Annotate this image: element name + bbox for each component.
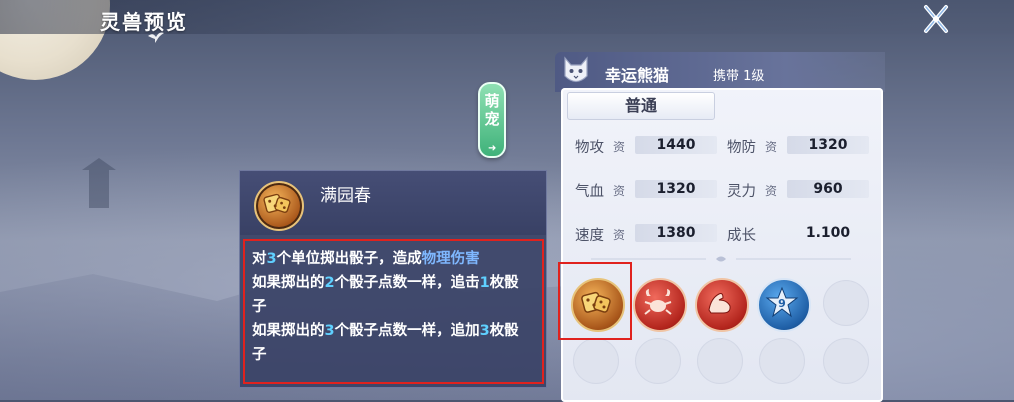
- close-icon: [924, 5, 948, 33]
- highlight-text: 物理伤害: [421, 251, 480, 267]
- empty-skill-slot: [759, 338, 805, 384]
- stat-row: 物防 资 1320: [727, 134, 877, 156]
- stat-label: 速度: [575, 228, 604, 244]
- crane-icon: [148, 32, 164, 43]
- tab-normal[interactable]: 普通: [567, 92, 715, 120]
- close-button[interactable]: [918, 4, 954, 34]
- stat-aptitude-tag: 资: [613, 140, 626, 154]
- skill-description-line: 如果掷出的3个骰子点数一样，追加3枚骰: [252, 319, 540, 343]
- empty-skill-slot: [697, 338, 743, 384]
- stat-value: 1320: [787, 136, 869, 154]
- stat-aptitude-tag: 资: [613, 228, 626, 242]
- stat-label: 物防: [727, 140, 756, 156]
- skill-description-highlight: 对3个单位掷出骰子，造成物理伤害 如果掷出的2个骰子点数一样，追击1枚骰子如果掷出…: [243, 239, 544, 384]
- stat-row: 物攻 资 1440: [575, 134, 725, 156]
- stat-value: 1440: [635, 136, 717, 154]
- cute-pet-tag-label: 萌宠: [484, 92, 500, 128]
- highlight-text: 2: [324, 275, 335, 291]
- skill-slot-muscle[interactable]: [695, 278, 749, 332]
- stat-row: 气血 资 1320: [575, 178, 725, 200]
- empty-skill-slot: [635, 338, 681, 384]
- cat-mask-icon: [564, 56, 588, 83]
- stat-aptitude-tag: 资: [765, 184, 778, 198]
- stat-value: 1380: [635, 224, 717, 242]
- description-text: 枚骰: [489, 323, 519, 339]
- description-text: 个骰子点数一样，追击: [334, 275, 480, 291]
- stat-label: 气血: [575, 184, 604, 200]
- muscle-skill-icon: [708, 293, 731, 314]
- description-text: 个骰子点数一样，追加: [334, 323, 480, 339]
- stat-label: 物攻: [575, 140, 604, 156]
- description-text: 对: [252, 251, 267, 267]
- description-text: 个单位掷出骰子，造成: [276, 251, 422, 267]
- stat-aptitude-tag: 资: [765, 140, 778, 154]
- skill-description-line: 对3个单位掷出骰子，造成物理伤害: [252, 247, 540, 271]
- pet-header: 幸运熊猫 携带 1级: [555, 52, 885, 92]
- stat-value: 1.100: [805, 225, 851, 241]
- pet-name: 幸运熊猫: [605, 66, 670, 85]
- description-text: 如果掷出的: [252, 275, 325, 291]
- arrow-right-icon: ➜: [488, 143, 497, 154]
- empty-skill-slot: [823, 280, 869, 326]
- skill-description: 对3个单位掷出骰子，造成物理伤害 如果掷出的2个骰子点数一样，追击1枚骰子如果掷出…: [252, 247, 540, 367]
- description-text: 子: [252, 347, 267, 363]
- cute-pet-tag[interactable]: 萌宠 ➜: [478, 82, 506, 158]
- stat-value: 960: [787, 180, 869, 198]
- empty-skill-slot: [823, 338, 869, 384]
- skill-description-line: 子: [252, 343, 540, 367]
- stat-row: 速度 资 1380: [575, 222, 725, 244]
- crab-skill-icon: [644, 289, 672, 315]
- skill-description-line: 子: [252, 295, 540, 319]
- stat-row: 成长 1.100: [727, 222, 877, 244]
- highlight-text: 3: [479, 323, 490, 339]
- description-text: 子: [252, 299, 267, 315]
- skill-description-line: 如果掷出的2个骰子点数一样，追击1枚骰: [252, 271, 540, 295]
- page-title: 灵兽预览: [100, 10, 188, 34]
- dice-skill-icon: [254, 181, 304, 231]
- empty-skill-slot: [573, 338, 619, 384]
- svg-text:9: 9: [778, 297, 786, 310]
- skill-slot-crab[interactable]: [633, 278, 687, 332]
- stat-aptitude-tag: 资: [613, 184, 626, 198]
- stat-label: 灵力: [727, 184, 756, 200]
- stat-label: 成长: [727, 228, 756, 244]
- description-text: 枚骰: [489, 275, 519, 291]
- skill-tooltip: 满园春 对3个单位掷出骰子，造成物理伤害 如果掷出的2个骰子点数一样，追击1枚骰子…: [239, 170, 547, 388]
- highlight-text: 3: [266, 251, 277, 267]
- description-text: 如果掷出的: [252, 323, 325, 339]
- pagoda-silhouette: [82, 158, 116, 208]
- highlight-text: 1: [479, 275, 490, 291]
- skill-name: 满园春: [320, 186, 371, 206]
- pet-stats-body: 普通 物攻 资 1440 物防 资 1320 气血 资 1320 灵力 资 96…: [561, 88, 883, 402]
- carry-level: 携带 1级: [713, 69, 765, 84]
- star-nine-skill-icon: 9: [765, 286, 799, 318]
- skill-slot-star[interactable]: 9: [757, 278, 811, 332]
- stat-value: 1320: [635, 180, 717, 198]
- pet-info-panel: 幸运熊猫 携带 1级 普通 物攻 资 1440 物防 资 1320 气血 资 1…: [555, 52, 885, 402]
- selected-skill-highlight: [558, 262, 632, 340]
- highlight-text: 3: [324, 323, 335, 339]
- stat-row: 灵力 资 960: [727, 178, 877, 200]
